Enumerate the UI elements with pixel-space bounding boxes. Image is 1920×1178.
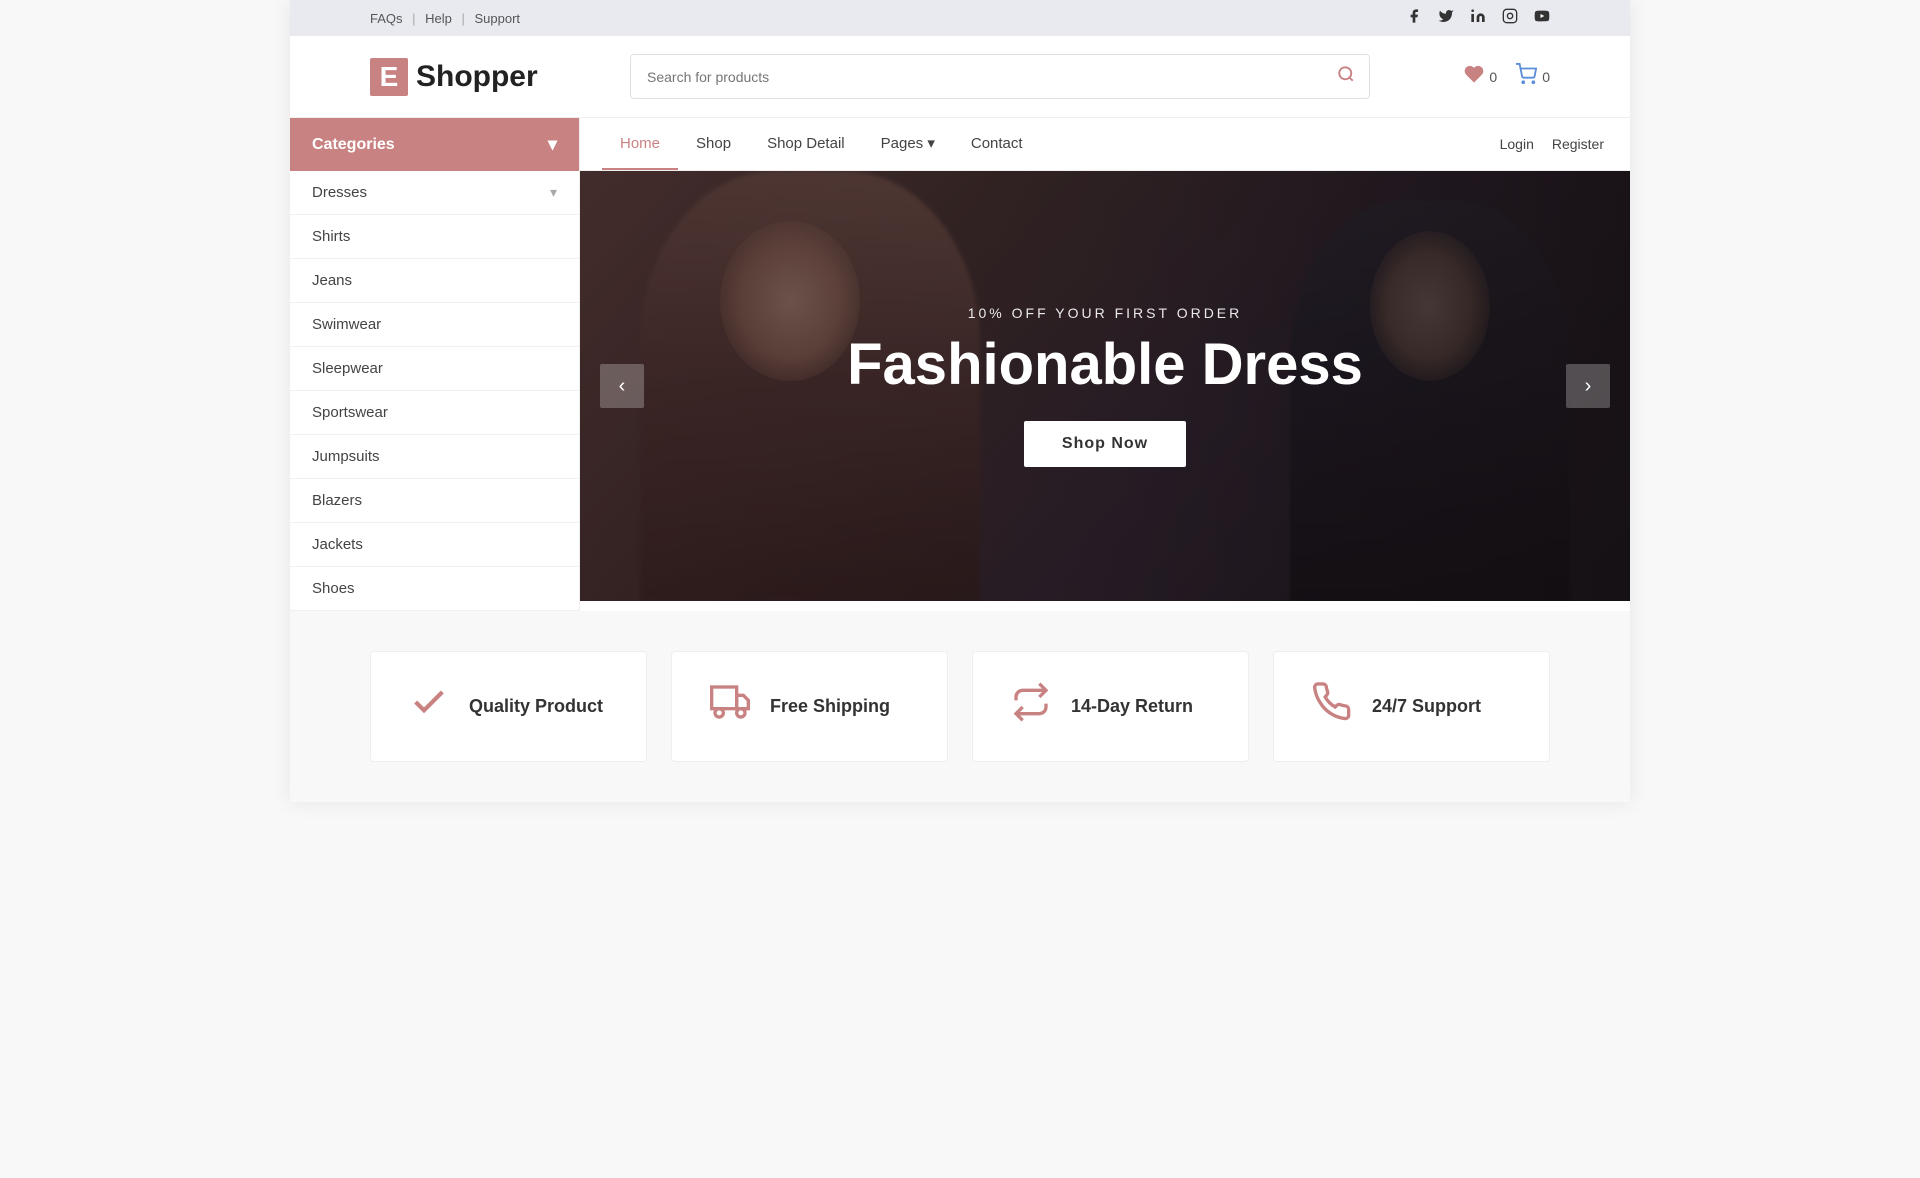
feature-return: 14-Day Return [972,651,1249,762]
top-bar-links: FAQs | Help | Support [370,11,520,26]
sidebar-item-jackets[interactable]: Jackets [290,523,579,567]
facebook-icon[interactable] [1406,8,1422,28]
sidebar-item-sportswear[interactable]: Sportswear [290,391,579,435]
sidebar-item-jumpsuits[interactable]: Jumpsuits [290,435,579,479]
linkedin-icon[interactable] [1470,8,1486,28]
sidebar-item-label: Shirts [312,228,350,245]
categories-header[interactable]: Categories ▾ [290,118,579,171]
sidebar-item-label: Jumpsuits [312,448,380,465]
social-links [1406,8,1550,28]
top-bar: FAQs | Help | Support [290,0,1630,36]
sidebar-item-label: Swimwear [312,316,381,333]
sidebar-item-dresses[interactable]: Dresses ▾ [290,171,579,215]
login-link[interactable]: Login [1496,120,1538,168]
hero-title: Fashionable Dress [847,333,1363,397]
nav-contact[interactable]: Contact [953,119,1041,170]
instagram-icon[interactable] [1502,8,1518,28]
quality-icon [407,682,451,731]
nav-shop[interactable]: Shop [678,119,749,170]
cart-button[interactable]: 0 [1515,63,1550,90]
hero-next-button[interactable]: › [1566,364,1610,408]
return-icon [1009,682,1053,731]
feature-support: 24/7 Support [1273,651,1550,762]
faq-link[interactable]: FAQs [370,11,403,26]
sep-1: | [412,11,419,26]
sidebar-item-label: Jackets [312,536,363,553]
sidebar-item-shoes[interactable]: Shoes [290,567,579,611]
wishlist-count: 0 [1489,69,1497,85]
support-link[interactable]: Support [475,11,521,26]
wishlist-button[interactable]: 0 [1464,64,1497,89]
quality-label: Quality Product [469,696,603,717]
content-area: Home Shop Shop Detail Pages ▾ Contact Lo… [580,118,1630,611]
feature-quality: Quality Product [370,651,647,762]
main-container: Categories ▾ Dresses ▾ Shirts Jeans Swim… [290,118,1630,611]
sidebar-item-label: Sportswear [312,404,388,421]
dresses-submenu-icon: ▾ [550,184,557,201]
sidebar-nav: Dresses ▾ Shirts Jeans Swimwear Sleepwea… [290,171,579,611]
hero-slider: 10% OFF YOUR FIRST ORDER Fashionable Dre… [580,171,1630,601]
support-label: 24/7 Support [1372,696,1481,717]
search-input[interactable] [631,59,1323,95]
return-label: 14-Day Return [1071,696,1193,717]
categories-label: Categories [312,136,395,154]
sidebar-item-jeans[interactable]: Jeans [290,259,579,303]
navbar-links: Home Shop Shop Detail Pages ▾ Contact [602,118,1041,170]
twitter-icon[interactable] [1438,8,1454,28]
cart-icon [1515,63,1537,90]
hero-text: 10% OFF YOUR FIRST ORDER Fashionable Dre… [847,305,1363,467]
support-icon [1310,682,1354,731]
logo-text: Shopper [416,60,538,94]
shop-now-button[interactable]: Shop Now [1024,421,1186,467]
features-section: Quality Product Free Shipping 14-Day Ret… [290,611,1630,802]
next-arrow-icon: › [1585,375,1592,398]
sidebar-item-label: Shoes [312,580,355,597]
help-link[interactable]: Help [425,11,452,26]
search-button[interactable] [1323,55,1369,98]
navbar: Home Shop Shop Detail Pages ▾ Contact Lo… [580,118,1630,171]
hero-prev-button[interactable]: ‹ [600,364,644,408]
search-bar [630,54,1370,99]
header: E Shopper 0 0 [290,36,1630,118]
shipping-label: Free Shipping [770,696,890,717]
sidebar-item-label: Sleepwear [312,360,383,377]
nav-pages[interactable]: Pages ▾ [863,118,953,170]
sidebar-item-label: Dresses [312,184,367,201]
register-link[interactable]: Register [1548,120,1608,168]
sidebar-item-label: Jeans [312,272,352,289]
pages-dropdown-icon: ▾ [927,135,935,152]
sidebar: Categories ▾ Dresses ▾ Shirts Jeans Swim… [290,118,580,611]
header-actions: 0 0 [1410,63,1550,90]
feature-shipping: Free Shipping [671,651,948,762]
nav-home[interactable]: Home [602,119,678,170]
categories-arrow: ▾ [548,134,557,155]
navbar-auth: Login Register [1474,120,1630,168]
shipping-icon [708,682,752,731]
sidebar-item-sleepwear[interactable]: Sleepwear [290,347,579,391]
sidebar-item-label: Blazers [312,492,362,509]
heart-icon [1464,64,1484,89]
youtube-icon[interactable] [1534,8,1550,28]
sidebar-item-swimwear[interactable]: Swimwear [290,303,579,347]
sidebar-item-blazers[interactable]: Blazers [290,479,579,523]
nav-shop-detail[interactable]: Shop Detail [749,119,863,170]
logo[interactable]: E Shopper [370,58,590,96]
sep-2: | [462,11,469,26]
sidebar-item-shirts[interactable]: Shirts [290,215,579,259]
logo-icon: E [370,58,408,96]
cart-count: 0 [1542,69,1550,85]
prev-arrow-icon: ‹ [619,375,626,398]
hero-subtitle: 10% OFF YOUR FIRST ORDER [847,305,1363,321]
